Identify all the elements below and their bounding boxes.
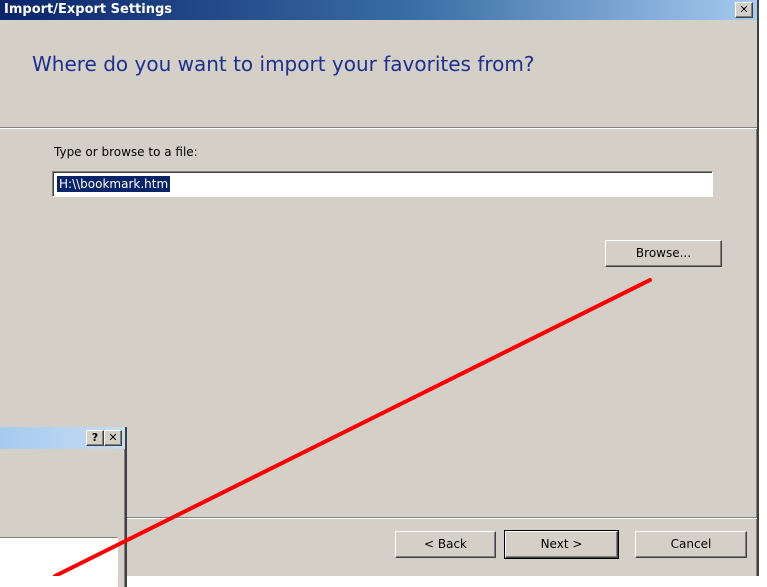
back-button[interactable]: < Back (395, 531, 496, 558)
title-bar[interactable]: Import/Export Settings ✕ (0, 0, 757, 20)
close-icon[interactable]: ✕ (104, 430, 122, 446)
wizard-header: Where do you want to import your favorit… (0, 20, 757, 127)
cancel-button-label: Cancel (670, 537, 712, 551)
next-button-label: Next > (540, 537, 583, 551)
overlay-dialog: ? ✕ (0, 427, 127, 587)
browse-button[interactable]: Browse... (605, 240, 722, 267)
help-icon[interactable]: ? (86, 430, 104, 446)
next-button[interactable]: Next > (504, 530, 619, 559)
close-icon[interactable]: ✕ (735, 2, 753, 18)
back-button-label: < Back (423, 537, 467, 551)
file-path-input[interactable]: H:\\bookmark.htm (52, 171, 713, 197)
file-field-label: Type or browse to a file: (54, 145, 198, 159)
header-divider-highlight (0, 128, 757, 129)
browse-button-label: Browse... (635, 246, 692, 260)
overlay-title-bar[interactable]: ? ✕ (0, 427, 125, 449)
window-title: Import/Export Settings (4, 2, 173, 17)
overlay-content-area (0, 537, 118, 587)
file-path-value: H:\\bookmark.htm (57, 176, 171, 192)
page-title: Where do you want to import your favorit… (32, 52, 535, 76)
cancel-button[interactable]: Cancel (635, 531, 747, 558)
